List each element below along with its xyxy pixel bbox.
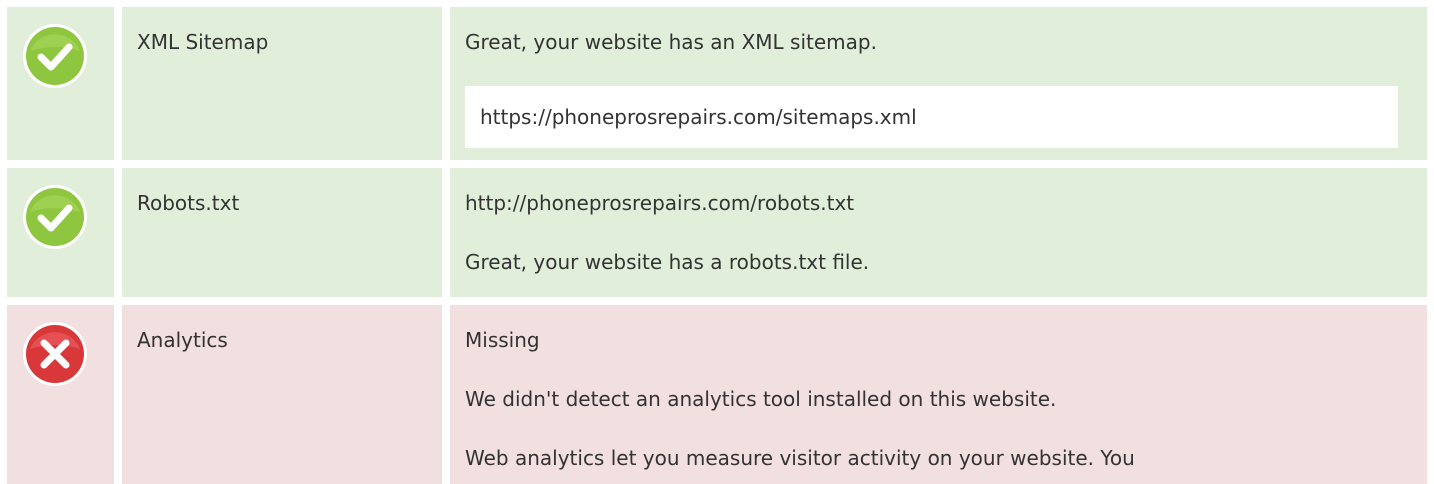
check-row-xml-sitemap: XML Sitemap Great, your website has an X… [0,7,1434,160]
detail-cell: Great, your website has an XML sitemap. … [450,7,1427,160]
sitemap-url[interactable]: https://phoneprosrepairs.com/sitemaps.xm… [480,103,917,131]
check-circle-icon [23,24,87,88]
check-label: Robots.txt [137,191,240,215]
check-circle-icon [23,185,87,249]
cross-circle-icon [23,322,87,386]
check-message: We didn't detect an analytics tool insta… [465,387,1057,411]
detail-cell: Missing We didn't detect an analytics to… [450,305,1427,484]
check-label: Analytics [137,328,228,352]
check-message: Great, your website has a robots.txt fil… [465,250,870,274]
label-cell: XML Sitemap [122,7,442,160]
url-box: https://phoneprosrepairs.com/sitemaps.xm… [465,86,1398,148]
check-row-analytics: Analytics Missing We didn't detect an an… [0,305,1434,484]
check-description: Web analytics let you measure visitor ac… [465,446,1135,470]
status-cell [7,168,114,297]
check-result: Missing [465,328,540,352]
label-cell: Robots.txt [122,168,442,297]
check-row-robots: Robots.txt http://phoneprosrepairs.com/r… [0,168,1434,297]
check-label: XML Sitemap [137,30,269,54]
status-cell [7,305,114,484]
status-cell [7,7,114,160]
robots-url[interactable]: http://phoneprosrepairs.com/robots.txt [465,189,854,217]
check-message: Great, your website has an XML sitemap. [465,30,877,54]
label-cell: Analytics [122,305,442,484]
detail-cell: http://phoneprosrepairs.com/robots.txt G… [450,168,1427,297]
